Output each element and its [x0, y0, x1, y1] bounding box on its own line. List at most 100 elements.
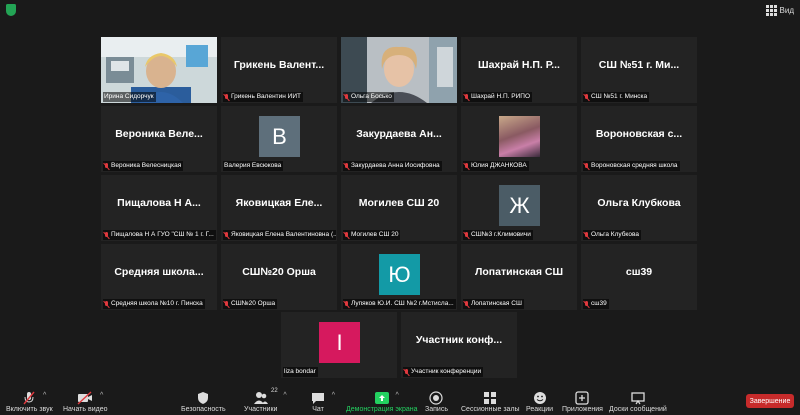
participant-tile[interactable]: СШ №51 г. Ми... СШ №51 г. Минска [581, 37, 697, 103]
chat-options-caret[interactable]: ^ [332, 392, 335, 399]
participant-name-label: Вороновская средняя школа [583, 161, 680, 171]
grid-view-icon [765, 4, 777, 16]
view-button[interactable]: Вид [765, 3, 794, 17]
record-button[interactable]: Запись [425, 390, 448, 413]
participant-name-display: СШ№20 Орша [242, 266, 316, 278]
participant-name-display: Закурдаева Ан... [356, 128, 442, 140]
video-options-caret[interactable]: ^ [100, 392, 103, 399]
participant-avatar: I [319, 322, 360, 363]
participant-name-label: Вероника Велесницкая [103, 161, 184, 171]
participant-name-label: Лопатинская СШ [463, 299, 524, 309]
participant-avatar: В [259, 116, 300, 157]
share-screen-button[interactable]: ^ Демонстрация экрана [346, 390, 418, 413]
participant-avatar: Ю [379, 254, 420, 295]
participant-name-label: Пищалова Н А ГУО "СШ № 1 г. Г... [103, 230, 216, 240]
participant-tile[interactable]: Яковицкая Еле... Яковицкая Елена Валенти… [221, 175, 337, 241]
participant-name-display: Средняя школа... [114, 266, 204, 278]
participant-name-label: Грикень Валентин ИИТ [223, 92, 303, 102]
mic-muted-icon [464, 231, 469, 239]
unmute-options-caret[interactable]: ^ [43, 392, 46, 399]
mic-muted-icon [464, 300, 469, 308]
participant-name-display: сш39 [625, 266, 653, 278]
mic-muted-icon [224, 300, 229, 308]
participant-name-label: Ольга Клубкова [583, 230, 641, 240]
mic-muted-icon [464, 162, 469, 170]
participant-tile[interactable]: Ольга Клубкова Ольга Клубкова [581, 175, 697, 241]
participant-name-label: Юлия ДЖАНКОВА [463, 161, 529, 171]
meeting-toolbar: ^ Включить звук ^ Начать видео Безопасно… [0, 382, 800, 415]
participant-name-label: Ирина Сидорчук [103, 92, 156, 102]
start-video-button[interactable]: ^ Начать видео [63, 390, 107, 413]
view-label: Вид [779, 5, 794, 15]
participant-name-label: Участник конференции [403, 367, 484, 377]
participant-name-display: Вероника Веле... [115, 128, 203, 140]
security-button[interactable]: Безопасность [181, 390, 226, 413]
participant-name-display: Шахрай Н.П. Р... [478, 59, 560, 71]
participant-name-label: Средняя школа №10 г. Пинска [103, 299, 205, 309]
participant-tile[interactable]: Закурдаева Ан... Закурдаева Анна Иосифов… [341, 106, 457, 172]
participant-name-label: Яковицкая Елена Валентиновна (... [223, 230, 336, 240]
mic-muted-icon [344, 300, 349, 308]
unmute-button[interactable]: ^ Включить звук [6, 390, 53, 413]
shield-icon[interactable] [6, 4, 16, 16]
chat-icon: ^ [311, 390, 335, 406]
participants-icon: 22 ^ [253, 388, 287, 406]
participant-name-display: Лопатинская СШ [474, 266, 563, 278]
participant-name-label: СШ №51 г. Минска [583, 92, 650, 102]
mic-muted-icon [584, 231, 589, 239]
mic-muted-icon [224, 231, 229, 239]
chat-button[interactable]: ^ Чат [311, 390, 335, 413]
breakout-rooms-button[interactable]: Сессионные залы [461, 390, 520, 413]
participant-avatar: Ж [499, 185, 540, 226]
participant-name-label: СШ№20 Орша [223, 299, 278, 309]
participant-name-display: Ольга Клубкова [597, 197, 681, 209]
participant-tile[interactable]: Пищалова Н А... Пищалова Н А ГУО "СШ № 1… [101, 175, 217, 241]
participant-tile[interactable]: Средняя школа... Средняя школа №10 г. Пи… [101, 244, 217, 310]
participant-tile[interactable]: Ольга Босько [341, 37, 457, 103]
mic-muted-icon [344, 231, 349, 239]
participants-options-caret[interactable]: ^ [283, 392, 286, 399]
participant-name-label: Лупяков Ю.И. СШ №2 г.Мстисла... [343, 299, 456, 309]
share-options-caret[interactable]: ^ [395, 392, 398, 399]
mic-muted-icon [104, 162, 109, 170]
shield-icon [197, 390, 209, 406]
participant-tile[interactable]: Вероника Веле... Вероника Велесницкая [101, 106, 217, 172]
participant-tile[interactable]: Могилев СШ 20 Могилев СШ 20 [341, 175, 457, 241]
participant-tile[interactable]: Ирина Сидорчук [101, 37, 217, 103]
participant-name-label: Могилев СШ 20 [343, 230, 401, 240]
breakout-rooms-icon [483, 390, 497, 406]
participant-tile[interactable]: Шахрай Н.П. Р... Шахрай Н.П. РИПО [461, 37, 577, 103]
whiteboards-button[interactable]: Доски сообщений [609, 390, 667, 413]
participant-tile[interactable]: СШ№20 Орша СШ№20 Орша [221, 244, 337, 310]
participant-name-display: Могилев СШ 20 [358, 197, 440, 209]
participant-tile[interactable]: Юлия ДЖАНКОВА [461, 106, 577, 172]
participant-tile[interactable]: Лопатинская СШ Лопатинская СШ [461, 244, 577, 310]
participant-tile[interactable]: Вороновская с... Вороновская средняя шко… [581, 106, 697, 172]
mic-muted-icon [344, 162, 349, 170]
participant-tile[interactable]: Ю Лупяков Ю.И. СШ №2 г.Мстисла... [341, 244, 457, 310]
participant-name-display: Вороновская с... [595, 128, 683, 140]
participant-name-label: Валерия Евсюкова [223, 161, 284, 171]
end-meeting-button[interactable]: Завершение [746, 394, 794, 408]
apps-button[interactable]: Приложения [562, 390, 603, 413]
smiley-icon [533, 390, 547, 406]
whiteboard-icon [631, 390, 645, 406]
top-bar: Вид [0, 0, 800, 22]
participant-name-label: liza bondar [283, 367, 318, 377]
reactions-button[interactable]: Реакции [526, 390, 553, 413]
participants-count: 22 [271, 388, 278, 394]
participants-button[interactable]: 22 ^ Участники [244, 388, 287, 413]
participant-name-label: СШ№3 г.Климовичи [463, 230, 533, 240]
participant-tile[interactable]: I liza bondar [281, 312, 397, 378]
participant-tile[interactable]: В Валерия Евсюкова [221, 106, 337, 172]
mic-muted-icon [104, 300, 109, 308]
participant-tile[interactable]: Ж СШ№3 г.Климовичи [461, 175, 577, 241]
participant-tile[interactable]: Участник конф... Участник конференции [401, 312, 517, 378]
participant-name-display: Пищалова Н А... [117, 197, 201, 209]
participant-tile[interactable]: Грикень Валент... Грикень Валентин ИИТ [221, 37, 337, 103]
video-off-icon: ^ [77, 390, 103, 406]
mic-muted-icon [344, 93, 349, 101]
participant-name-display: СШ №51 г. Ми... [598, 59, 680, 71]
participant-photo [499, 116, 540, 157]
participant-tile[interactable]: сш39 сш39 [581, 244, 697, 310]
